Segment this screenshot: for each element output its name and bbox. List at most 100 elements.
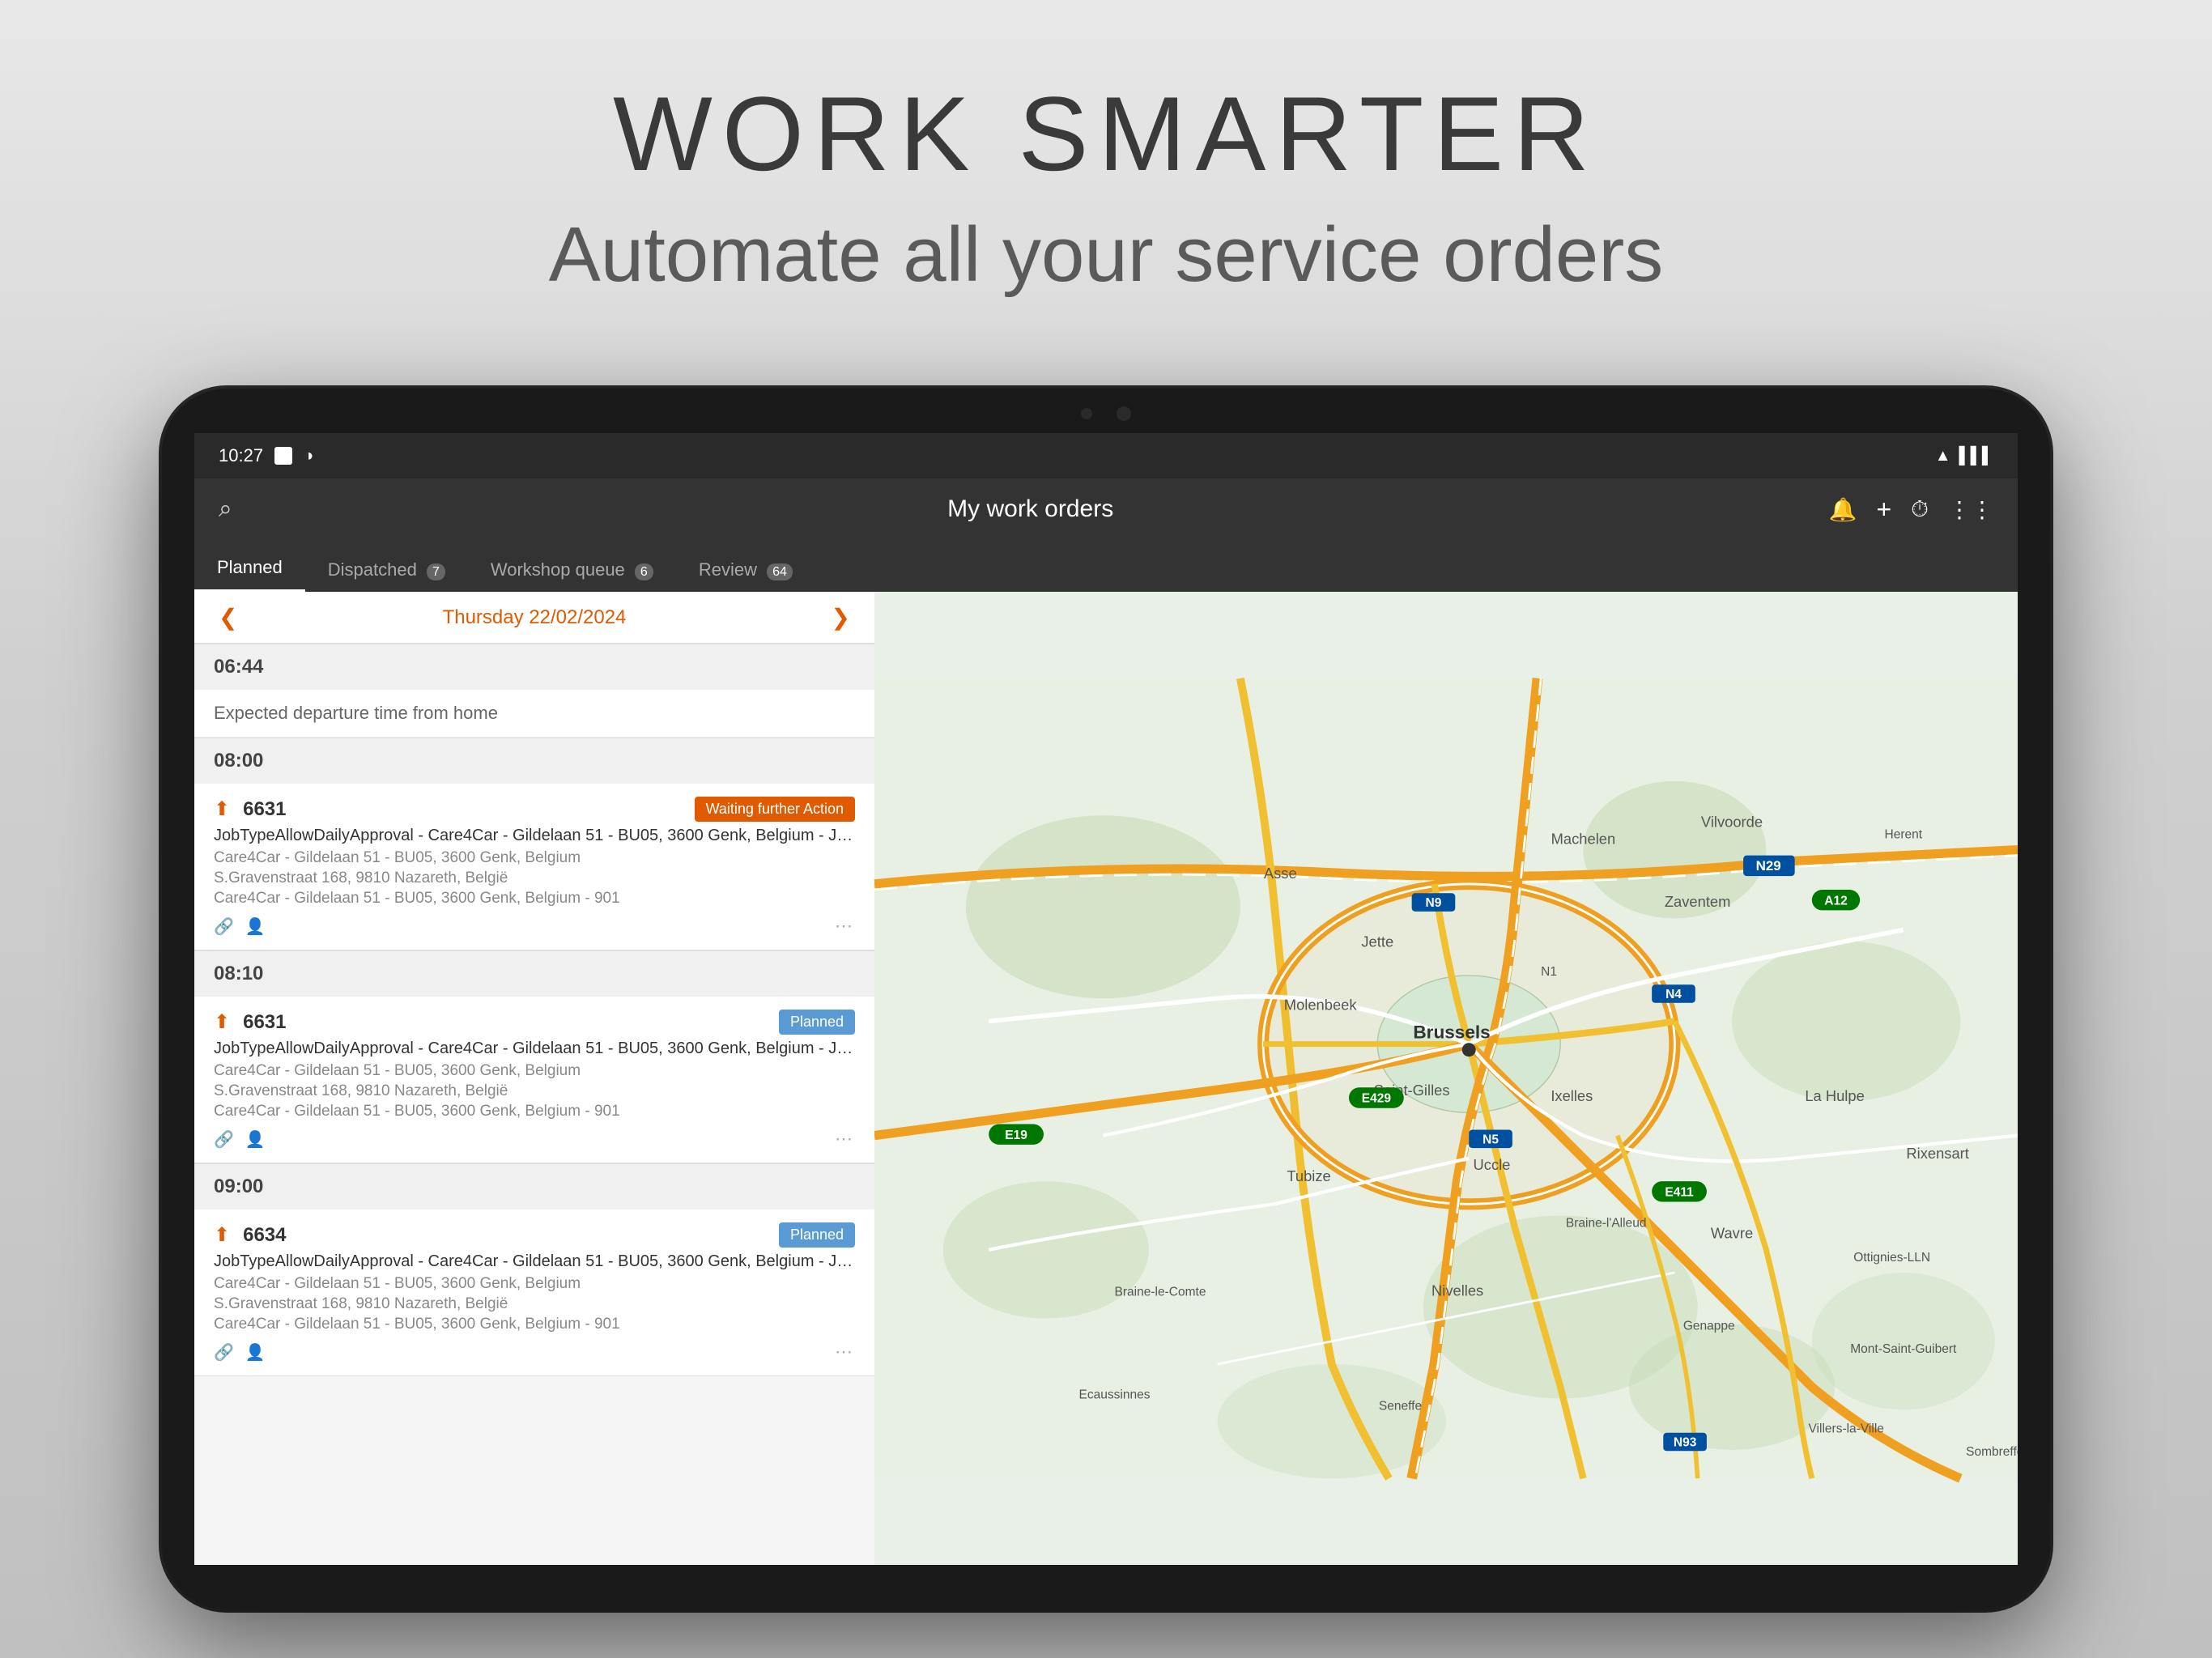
more-menu-3[interactable]: ⋯ bbox=[835, 1341, 855, 1363]
link-icon-2: 🔗 bbox=[214, 1129, 234, 1150]
svg-text:Vilvoorde: Vilvoorde bbox=[1701, 813, 1763, 830]
card-address3-3: Care4Car - Gildelaan 51 - BU05, 3600 Gen… bbox=[214, 1316, 855, 1333]
svg-text:Brussels: Brussels bbox=[1413, 1022, 1490, 1043]
card-address1-3: Care4Car - Gildelaan 51 - BU05, 3600 Gen… bbox=[214, 1275, 855, 1293]
bell-icon[interactable]: 🔔 bbox=[1829, 496, 1857, 523]
card-footer-2: 🔗 👤 ⋯ bbox=[214, 1129, 855, 1150]
card-id-1: 6631 bbox=[243, 798, 286, 821]
card-id-3: 6634 bbox=[243, 1224, 286, 1247]
svg-text:E19: E19 bbox=[1005, 1129, 1027, 1142]
tab-planned[interactable]: Planned bbox=[194, 557, 305, 592]
more-menu-1[interactable]: ⋯ bbox=[835, 916, 855, 937]
badge-waiting-1: Waiting further Action bbox=[695, 797, 855, 822]
svg-text:A12: A12 bbox=[1824, 894, 1848, 908]
app-bar-title: My work orders bbox=[947, 495, 1113, 523]
time-slot-0644: 06:44 bbox=[194, 644, 874, 690]
card-address2-3: S.Gravenstraat 168, 9810 Nazareth, Belgi… bbox=[214, 1295, 855, 1313]
more-menu-2[interactable]: ⋯ bbox=[835, 1129, 855, 1150]
app-bar-actions: 🔔 + ⏱ ⋮⋮ bbox=[1829, 495, 1993, 525]
time-slot-0810: 08:10 bbox=[194, 950, 874, 997]
content-area: ❮ Thursday 22/02/2024 ❯ 06:44 Expected d… bbox=[194, 592, 2018, 1565]
hero-title: WORK SMARTER bbox=[0, 73, 2212, 194]
link-icon-3: 🔗 bbox=[214, 1342, 234, 1363]
svg-text:Ecaussinnes: Ecaussinnes bbox=[1079, 1388, 1151, 1401]
tab-dispatched-badge: 7 bbox=[427, 563, 445, 580]
tab-workshop-queue[interactable]: Workshop queue 6 bbox=[468, 559, 676, 592]
tab-dispatched[interactable]: Dispatched 7 bbox=[305, 559, 468, 592]
status-time: 10:27 bbox=[219, 445, 263, 466]
time-slot-0900: 09:00 bbox=[194, 1163, 874, 1209]
work-order-card-2[interactable]: ⬆ 6631 Planned JobTypeAllowDailyApproval… bbox=[194, 997, 874, 1163]
svg-text:Zaventem: Zaventem bbox=[1665, 893, 1731, 910]
status-icon-2: ◑ bbox=[304, 447, 313, 466]
search-icon[interactable]: ⌕ bbox=[219, 495, 232, 523]
svg-text:Sombreffe: Sombreffe bbox=[1966, 1445, 2018, 1459]
tablet-shell: 10:27 ◑ ▲ ▌▌▌ ⌕ My work orders 🔔 + ⏱ ⋮⋮ bbox=[162, 389, 2050, 1609]
work-order-card-1[interactable]: ⬆ 6631 Waiting further Action JobTypeAll… bbox=[194, 784, 874, 950]
tab-review[interactable]: Review 64 bbox=[676, 559, 815, 592]
card-footer-3: 🔗 👤 ⋯ bbox=[214, 1341, 855, 1363]
tab-bar: Planned Dispatched 7 Workshop queue 6 Re… bbox=[194, 540, 2018, 592]
tablet-screen: 10:27 ◑ ▲ ▌▌▌ ⌕ My work orders 🔔 + ⏱ ⋮⋮ bbox=[194, 433, 2018, 1565]
arrow-icon-2: ⬆ bbox=[214, 1010, 230, 1034]
right-panel: Brussels Asse Machelen Vilvoorde Herent … bbox=[874, 592, 2018, 1565]
left-panel: ❮ Thursday 22/02/2024 ❯ 06:44 Expected d… bbox=[194, 592, 874, 1565]
svg-text:Nivelles: Nivelles bbox=[1431, 1282, 1483, 1299]
work-order-card-3[interactable]: ⬆ 6634 Planned JobTypeAllowDailyApproval… bbox=[194, 1209, 874, 1376]
person-icon-3: 👤 bbox=[245, 1342, 266, 1363]
svg-text:Uccle: Uccle bbox=[1474, 1156, 1511, 1173]
card-header-2: ⬆ 6631 Planned bbox=[214, 1010, 855, 1035]
svg-text:N93: N93 bbox=[1674, 1436, 1697, 1450]
card-id-row-2: ⬆ 6631 bbox=[214, 1010, 287, 1034]
clock-icon[interactable]: ⏱ bbox=[1911, 496, 1929, 523]
svg-text:N4: N4 bbox=[1665, 988, 1682, 1001]
grid-icon[interactable]: ⋮⋮ bbox=[1948, 496, 1993, 523]
card-id-row-3: ⬆ 6634 bbox=[214, 1223, 287, 1247]
card-header-3: ⬆ 6634 Planned bbox=[214, 1222, 855, 1248]
badge-planned-3: Planned bbox=[779, 1222, 855, 1248]
card-footer-icons-1: 🔗 👤 bbox=[214, 916, 266, 937]
svg-text:Genappe: Genappe bbox=[1683, 1320, 1735, 1333]
next-date-button[interactable]: ❯ bbox=[823, 600, 858, 635]
svg-text:Ixelles: Ixelles bbox=[1551, 1087, 1593, 1104]
signal-icon: ▌▌▌ bbox=[1959, 447, 1993, 466]
current-date: Thursday 22/02/2024 bbox=[443, 606, 627, 629]
card-address2-2: S.Gravenstraat 168, 9810 Nazareth, Belgi… bbox=[214, 1082, 855, 1100]
camera-dot bbox=[1081, 408, 1092, 419]
card-title-3: JobTypeAllowDailyApproval - Care4Car - G… bbox=[214, 1252, 855, 1271]
svg-text:Mont-Saint-Guibert: Mont-Saint-Guibert bbox=[1850, 1342, 1957, 1356]
card-address3-1: Care4Car - Gildelaan 51 - BU05, 3600 Gen… bbox=[214, 890, 855, 908]
card-header-1: ⬆ 6631 Waiting further Action bbox=[214, 797, 855, 822]
tab-review-badge: 64 bbox=[767, 563, 793, 580]
svg-text:N29: N29 bbox=[1756, 858, 1781, 874]
svg-text:Wavre: Wavre bbox=[1711, 1225, 1753, 1242]
svg-text:Seneffe: Seneffe bbox=[1379, 1399, 1422, 1413]
tab-workshop-badge: 6 bbox=[635, 563, 653, 580]
arrow-icon-1: ⬆ bbox=[214, 797, 230, 821]
prev-date-button[interactable]: ❮ bbox=[211, 600, 245, 635]
plus-icon[interactable]: + bbox=[1876, 495, 1891, 525]
badge-planned-2: Planned bbox=[779, 1010, 855, 1035]
wifi-icon: ▲ bbox=[1935, 447, 1951, 466]
departure-info: Expected departure time from home bbox=[194, 690, 874, 738]
map-container[interactable]: Brussels Asse Machelen Vilvoorde Herent … bbox=[874, 592, 2018, 1565]
card-footer-1: 🔗 👤 ⋯ bbox=[214, 916, 855, 937]
svg-text:E429: E429 bbox=[1362, 1092, 1392, 1106]
svg-text:Jette: Jette bbox=[1361, 933, 1393, 950]
svg-text:Molenbeek: Molenbeek bbox=[1284, 996, 1358, 1013]
svg-text:N9: N9 bbox=[1426, 896, 1442, 910]
hero-subtitle: Automate all your service orders bbox=[0, 210, 2212, 300]
svg-text:Rixensart: Rixensart bbox=[1906, 1145, 1968, 1162]
arrow-icon-3: ⬆ bbox=[214, 1223, 230, 1247]
svg-text:Machelen: Machelen bbox=[1551, 831, 1616, 848]
date-nav: ❮ Thursday 22/02/2024 ❯ bbox=[194, 592, 874, 644]
svg-text:E411: E411 bbox=[1665, 1185, 1694, 1199]
card-title-2: JobTypeAllowDailyApproval - Care4Car - G… bbox=[214, 1039, 855, 1058]
svg-text:Herent: Herent bbox=[1885, 827, 1923, 841]
status-icons: ▲ ▌▌▌ bbox=[1935, 447, 1993, 466]
svg-text:La Hulpe: La Hulpe bbox=[1805, 1087, 1864, 1104]
time-slot-0800: 08:00 bbox=[194, 738, 874, 784]
card-id-2: 6631 bbox=[243, 1011, 286, 1034]
svg-text:Ottignies-LLN: Ottignies-LLN bbox=[1853, 1251, 1930, 1265]
card-address1-2: Care4Car - Gildelaan 51 - BU05, 3600 Gen… bbox=[214, 1062, 855, 1080]
